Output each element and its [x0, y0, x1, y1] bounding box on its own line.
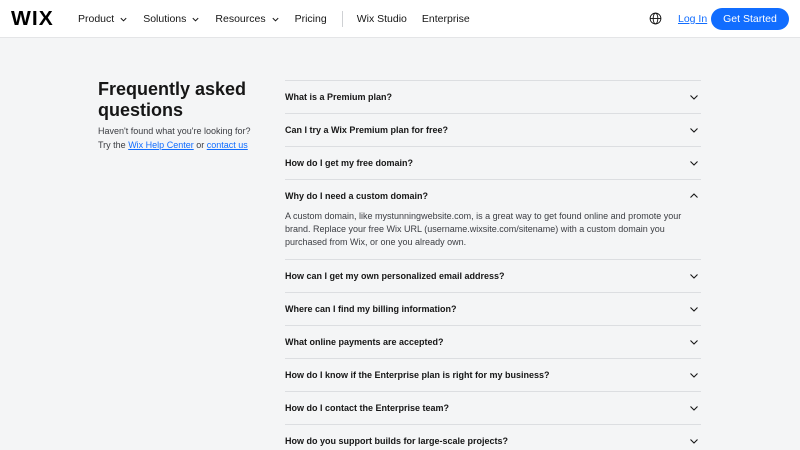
faq-question-row[interactable]: What online payments are accepted?	[285, 326, 701, 358]
faq-question: How do I contact the Enterprise team?	[285, 403, 450, 413]
chevron-down-icon	[690, 307, 698, 312]
site-header: WIX Product Solutions Resources Pricing …	[0, 0, 800, 38]
nav-resources[interactable]: Resources	[215, 13, 279, 25]
chevron-down-icon	[690, 406, 698, 411]
login-link[interactable]: Log In	[678, 13, 707, 25]
nav-divider	[341, 11, 343, 27]
nav-solutions[interactable]: Solutions	[143, 13, 200, 25]
faq-question: How do I get my free domain?	[285, 158, 414, 168]
chevron-down-icon	[690, 95, 698, 100]
nav-wix-studio-label: Wix Studio	[356, 13, 407, 25]
faq-item: Can I try a Wix Premium plan for free?	[285, 113, 701, 146]
chevron-up-icon	[690, 193, 698, 198]
nav-solutions-label: Solutions	[143, 13, 187, 25]
get-started-button[interactable]: Get Started	[711, 8, 789, 30]
faq-accordion: What is a Premium plan? Can I try a Wix …	[285, 80, 701, 450]
faq-item: How do I get my free domain?	[285, 146, 701, 179]
globe-icon[interactable]	[649, 12, 662, 25]
faq-item: What is a Premium plan?	[285, 80, 701, 113]
faq-subtitle-or: or	[193, 139, 207, 150]
faq-item: How do you support builds for large-scal…	[285, 424, 701, 450]
wix-logo[interactable]: WIX	[11, 9, 54, 29]
nav-enterprise-label: Enterprise	[421, 13, 470, 25]
chevron-down-icon	[690, 340, 698, 345]
chevron-down-icon	[272, 17, 279, 22]
nav-pricing-label: Pricing	[294, 13, 327, 25]
faq-question-row[interactable]: How do I contact the Enterprise team?	[285, 392, 701, 424]
chevron-down-icon	[120, 17, 127, 22]
faq-subtitle: Haven't found what you're looking for? T…	[98, 125, 258, 152]
faq-question-row[interactable]: What is a Premium plan?	[285, 81, 701, 113]
faq-item: Where can I find my billing information?	[285, 292, 701, 325]
faq-item-expanded: Why do I need a custom domain? A custom …	[285, 179, 701, 259]
faq-question-row[interactable]: How can I get my own personalized email …	[285, 260, 701, 292]
faq-question: How do you support builds for large-scal…	[285, 436, 509, 446]
contact-us-link[interactable]: contact us	[207, 140, 248, 150]
faq-question-row[interactable]: Why do I need a custom domain?	[285, 180, 701, 212]
faq-item: How can I get my own personalized email …	[285, 259, 701, 292]
faq-title: Frequently asked questions	[98, 79, 247, 120]
nav-resources-label: Resources	[215, 13, 266, 25]
faq-question: Where can I find my billing information?	[285, 304, 457, 314]
faq-answer: A custom domain, like mystunningwebsite.…	[285, 211, 682, 247]
chevron-down-icon	[690, 439, 698, 444]
faq-question: What online payments are accepted?	[285, 337, 444, 347]
nav-product[interactable]: Product	[78, 13, 128, 25]
nav-wix-studio[interactable]: Wix Studio	[357, 13, 407, 25]
faq-question: Can I try a Wix Premium plan for free?	[285, 125, 448, 135]
nav-product-label: Product	[78, 13, 115, 25]
faq-question-row[interactable]: Can I try a Wix Premium plan for free?	[285, 114, 701, 146]
help-center-link[interactable]: Wix Help Center	[128, 140, 194, 150]
faq-item: What online payments are accepted?	[285, 325, 701, 358]
chevron-down-icon	[690, 274, 698, 279]
faq-question: What is a Premium plan?	[285, 92, 393, 102]
faq-question: Why do I need a custom domain?	[285, 191, 429, 201]
faq-item: How do I know if the Enterprise plan is …	[285, 358, 701, 391]
faq-question-row[interactable]: How do you support builds for large-scal…	[285, 425, 701, 450]
faq-item: How do I contact the Enterprise team?	[285, 391, 701, 424]
faq-question: How can I get my own personalized email …	[285, 271, 505, 281]
faq-question: How do I know if the Enterprise plan is …	[285, 370, 550, 380]
chevron-down-icon	[690, 128, 698, 133]
chevron-down-icon	[690, 373, 698, 378]
nav-pricing[interactable]: Pricing	[295, 13, 327, 25]
faq-question-row[interactable]: How do I know if the Enterprise plan is …	[285, 359, 701, 391]
faq-question-row[interactable]: Where can I find my billing information?	[285, 293, 701, 325]
main-nav: Product Solutions Resources Pricing Wix …	[78, 0, 485, 38]
faq-question-row[interactable]: How do I get my free domain?	[285, 147, 701, 179]
chevron-down-icon	[192, 17, 199, 22]
nav-enterprise[interactable]: Enterprise	[422, 13, 470, 25]
chevron-down-icon	[690, 161, 698, 166]
